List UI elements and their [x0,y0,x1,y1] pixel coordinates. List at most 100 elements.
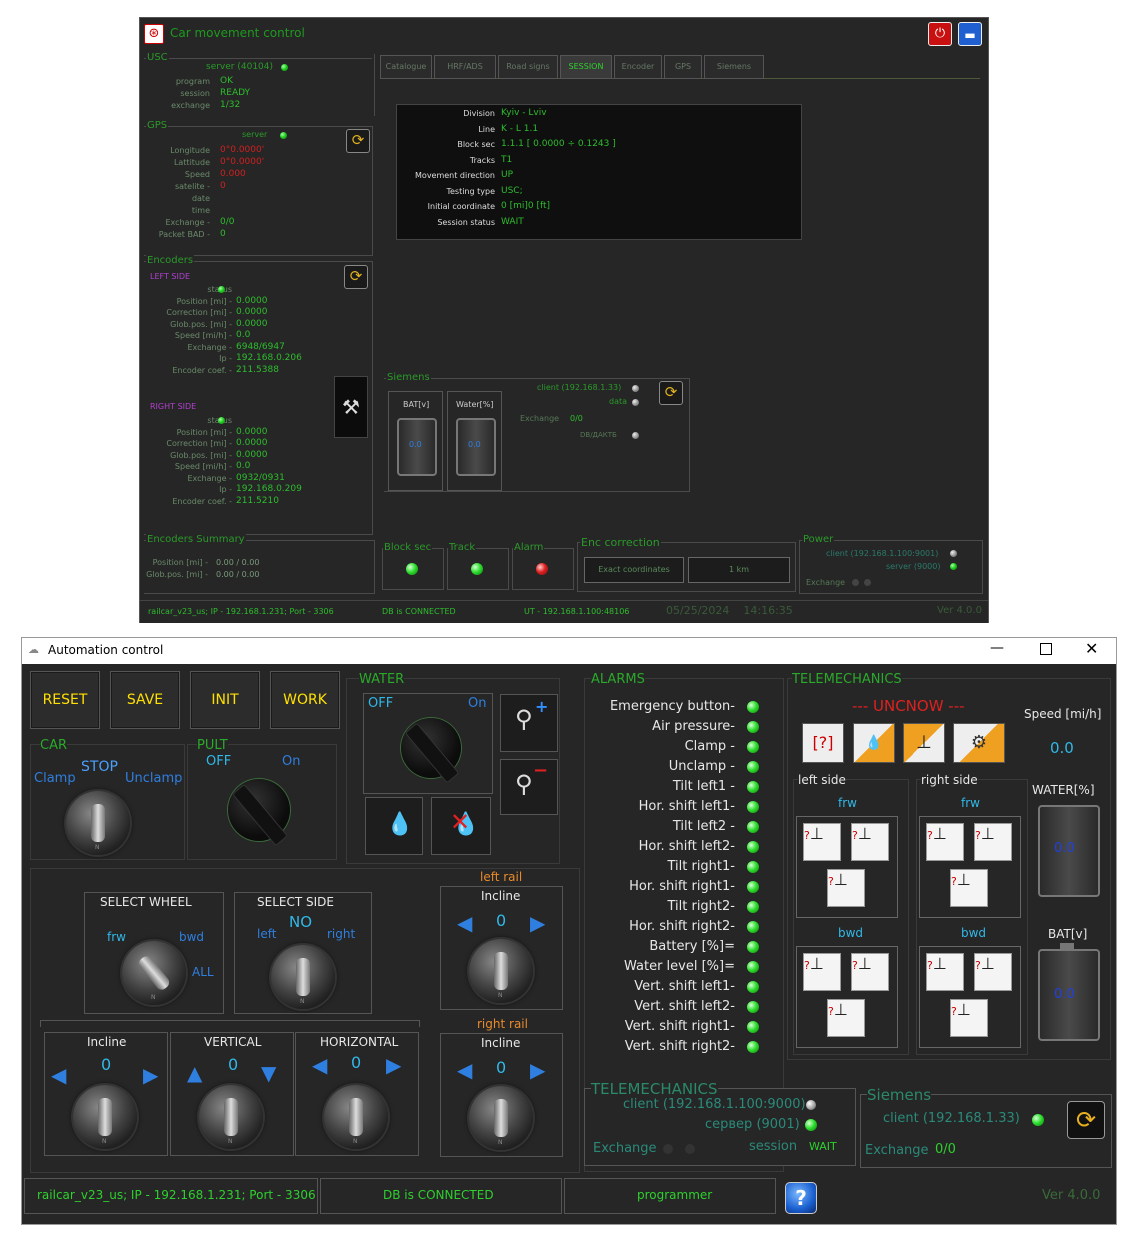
horizontal-left-arrow[interactable]: ◀ [312,1053,327,1077]
exchange-value: 1/32 [220,100,241,110]
car-knob[interactable]: N [66,791,130,855]
power-server-led [950,563,957,570]
work-button[interactable]: WORK [270,671,340,729]
session-row-value: UP [501,170,514,180]
vertical-down-arrow[interactable]: ▼ [261,1061,276,1085]
incline-title: Incline [87,1035,127,1049]
init-button[interactable]: INIT [190,671,260,729]
close-button[interactable]: ✕ [1085,639,1098,658]
horizontal-knob[interactable]: N [324,1085,388,1149]
encoder-row-value: 0.0 [236,330,251,340]
rail-check-button[interactable]: [?] [802,723,844,763]
maximize-button[interactable] [1040,643,1052,655]
water-switch[interactable] [401,718,461,784]
gps-refresh-button[interactable]: ⟳ [346,129,370,153]
right-rail-knob[interactable]: N [469,1086,533,1150]
usc-group: USC server (40104) program OK session RE… [144,52,372,121]
save-button[interactable]: SAVE [110,671,180,729]
valve-open-button[interactable]: ⚲ + [500,694,558,752]
encoders-refresh-button[interactable]: ⟳ [344,265,368,289]
left-rail-decrease-arrow[interactable]: ◀ [457,911,472,935]
select-wheel-knob[interactable]: N [122,941,186,1005]
encoder-status-led [218,417,225,424]
water-drop-off-button[interactable]: 💧 ✕ [431,797,491,855]
alarm-led [747,701,759,713]
left-rail-knob[interactable]: N [469,939,533,1003]
tab-encoder[interactable]: Encoder [614,55,662,79]
encoders-legend: Encoders [146,255,195,266]
valve-close-button[interactable]: ⚲ − [500,759,558,815]
help-button[interactable]: ? [785,1182,817,1214]
horizontal-right-arrow[interactable]: ▶ [386,1053,401,1077]
program-label: program [175,77,210,86]
enc-correction-group: Enc correction Exact coordinates 1 km [577,536,796,592]
gps-row-label: satelite - [174,182,210,191]
right-frw-label: frw [961,796,980,810]
session-row-value: 0 [mi]0 [ft] [501,201,551,211]
incline-decrease-arrow[interactable]: ◀ [51,1063,66,1087]
minimize-button[interactable]: ▬ [958,22,982,46]
siemens-refresh-button[interactable]: ⟳ [659,381,683,405]
window-title: Car movement control [170,26,305,40]
rail-sensor: ?⊥ [827,869,865,907]
one-km-button[interactable]: 1 km [688,557,790,583]
status-db-connection: railcar_v23_us; IP - 192.168.1.231; Port… [148,607,334,616]
car-clamp-label: Clamp [34,771,76,786]
select-side-knob[interactable]: N [271,945,335,1009]
vertical-up-arrow[interactable]: ▲ [187,1061,202,1085]
rail-profile-button[interactable]: ⊥ [903,723,945,763]
tab-hrf-ads[interactable]: HRF/ADS [434,55,496,79]
tab-catalogue[interactable]: Catalogue [380,55,432,79]
alarm-label: Tilt left2 - [672,819,735,834]
left-rail-increase-arrow[interactable]: ▶ [530,911,545,935]
horizontal-panel: HORIZONTAL ◀ 0 ▶ N [295,1032,419,1156]
session-value: READY [220,88,251,98]
knob-mark: N [498,1139,503,1146]
session-row-value: Kyiv - Lviv [501,108,547,118]
power-off-button[interactable]: ⏻ [928,22,952,46]
gps-legend: GPS [146,120,169,131]
right-rail-increase-arrow[interactable]: ▶ [530,1058,545,1082]
tele-server: сервер (9001) [705,1117,800,1132]
incline-knob[interactable]: N [73,1085,137,1149]
main-tabs: Catalogue HRF/ADS Road signs SESSION Encoder… [380,54,980,79]
minimize-button[interactable]: — [990,640,1004,656]
knob-mark: N [151,994,156,1001]
right-rail-decrease-arrow[interactable]: ◀ [457,1058,472,1082]
gears-button[interactable]: ⚙ [953,723,1005,763]
tab-session[interactable]: SESSION [560,55,612,79]
vertical-knob[interactable]: N [199,1085,263,1149]
left-side-panel: left side frw ?⊥ ?⊥ ?⊥ bwd ?⊥ ?⊥ ?⊥ [793,773,909,1055]
water-drops-button[interactable]: 💧 [853,723,895,763]
rail-sensor: ?⊥ [851,953,889,991]
siemens-client: client (192.168.1.33) [883,1111,1020,1126]
bat-label: BAT[v] [1048,927,1088,941]
water-switch-panel: OFF On [363,693,493,794]
pult-on-label: On [282,754,301,769]
summary-globpos-value: 0.00 / 0.00 [216,570,260,579]
exact-coordinates-button[interactable]: Exact coordinates [584,557,684,583]
pult-group: PULT OFF On [187,738,337,860]
tools-button[interactable]: ⚒ [334,376,368,438]
encoder-row-value: 0.0000 [236,295,268,306]
session-info-panel: Division Kyiv - Lviv Line K - L 1.1 Block se… [396,104,802,240]
siemens-exchange-label: Exchange [520,414,560,423]
alarm-label: Water level [%]= [624,959,735,974]
water-tile: Water[%] 0.0 [447,391,502,491]
tab-gps[interactable]: GPS [664,55,702,79]
telemechanics-legend: TELEMECHANICS [792,672,902,687]
power-client: client (192.168.1.100:9001) [826,549,939,558]
car-stop-label: STOP [81,759,118,775]
water-drop-button[interactable]: 💧 [365,797,423,855]
tab-siemens[interactable]: Siemens [704,55,764,79]
incline-increase-arrow[interactable]: ▶ [143,1063,158,1087]
water-on-label: On [468,696,487,711]
pult-switch[interactable] [228,779,290,847]
siemens-refresh-button[interactable]: ⟳ [1067,1101,1105,1139]
tab-road-signs[interactable]: Road signs [498,55,558,79]
track-led [471,563,483,575]
knob-mark: N [95,844,100,851]
alarm-label: Hor. shift right1- [629,879,735,894]
reset-button[interactable]: RESET [30,671,100,729]
enc-correction-legend: Enc correction [580,536,661,549]
